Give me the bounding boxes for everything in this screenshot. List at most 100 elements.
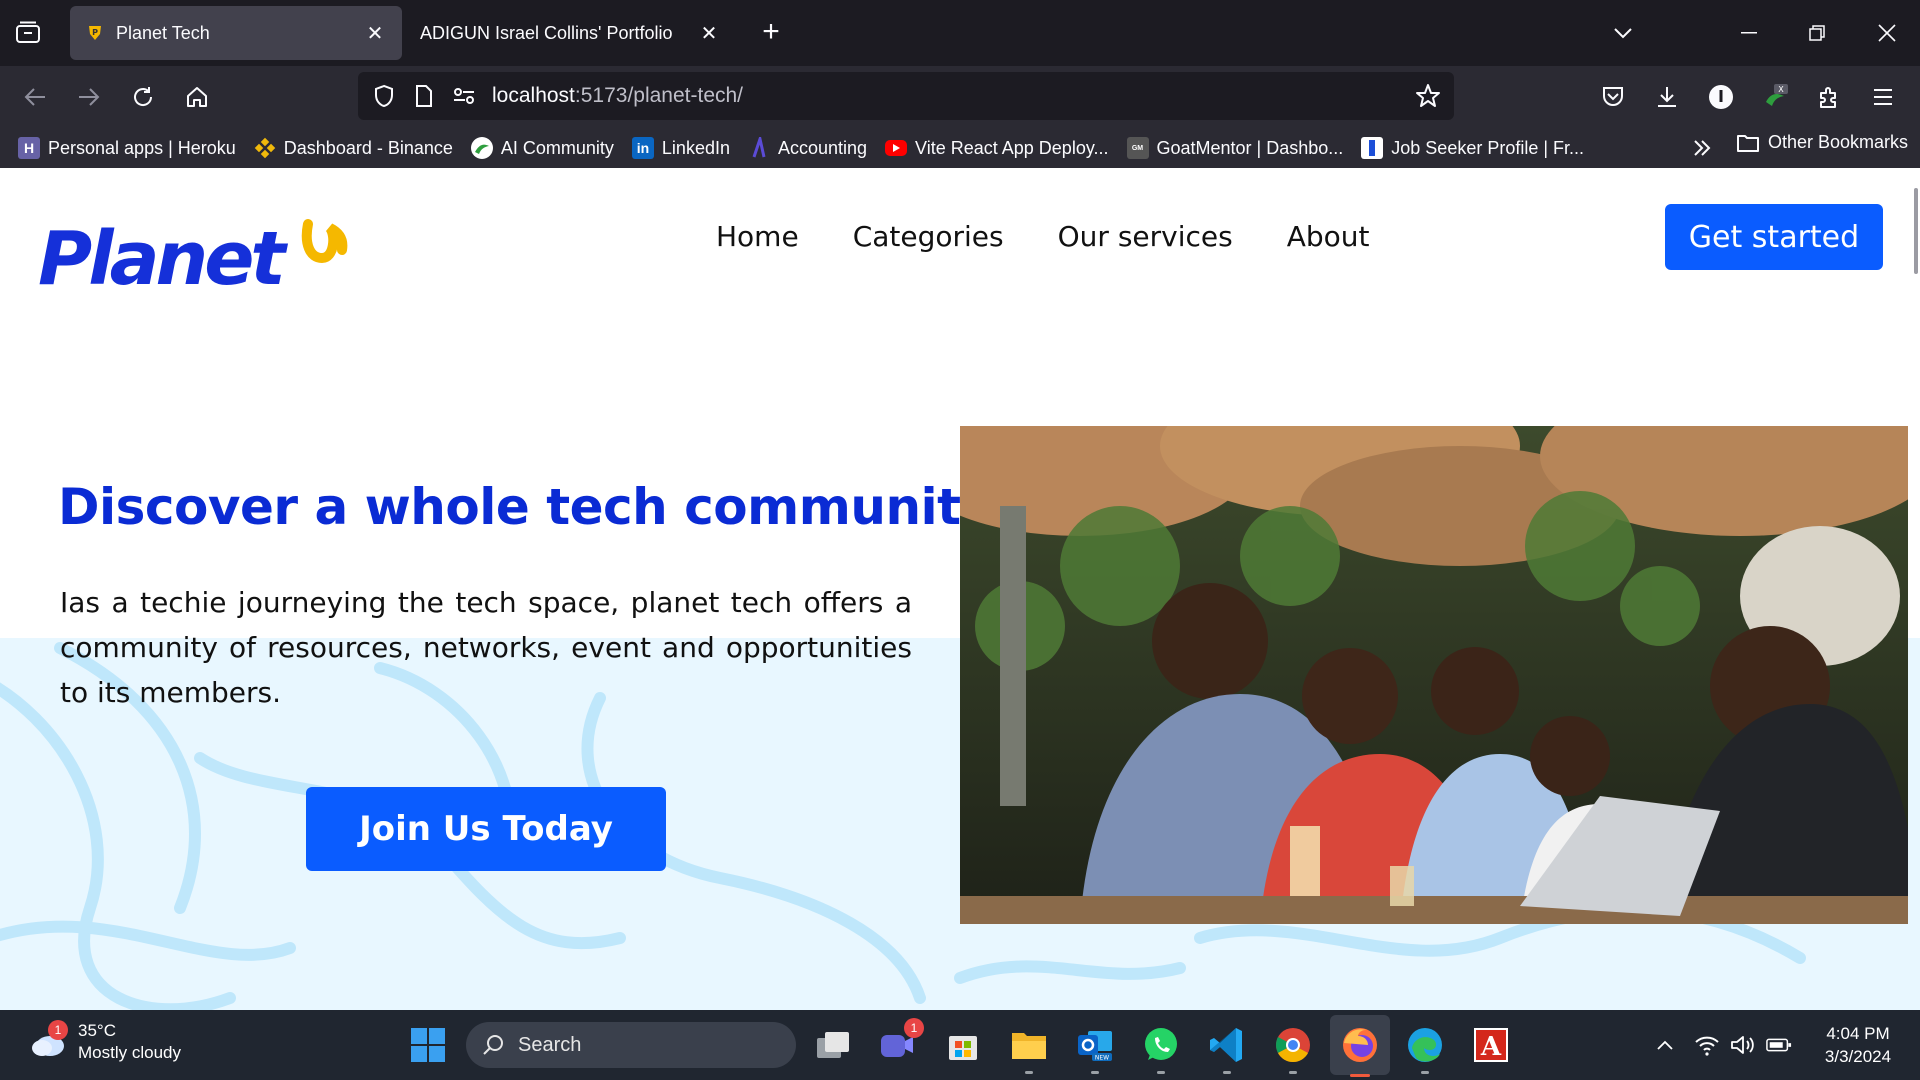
task-view-icon[interactable] bbox=[812, 1024, 854, 1066]
volume-icon[interactable] bbox=[1730, 1032, 1756, 1058]
linkedin-icon: in bbox=[631, 137, 654, 159]
weather-badge: 1 bbox=[48, 1020, 68, 1040]
bookmark-accounting[interactable]: Accounting bbox=[748, 137, 867, 159]
bookmark-vite-react[interactable]: Vite React App Deploy... bbox=[885, 137, 1109, 159]
job-seeker-icon bbox=[1361, 137, 1384, 159]
wifi-icon[interactable] bbox=[1694, 1032, 1720, 1058]
nav-categories-link[interactable]: Categories bbox=[853, 220, 1004, 253]
firefox-icon[interactable] bbox=[1330, 1015, 1390, 1077]
pocket-icon[interactable] bbox=[1596, 80, 1630, 114]
nav-about-link[interactable]: About bbox=[1287, 220, 1370, 253]
planet-tech-logo[interactable]: Planet bbox=[38, 204, 378, 309]
back-icon[interactable] bbox=[18, 80, 52, 114]
binance-icon bbox=[254, 137, 276, 159]
hero-title: Discover a whole tech community bbox=[58, 478, 993, 536]
tab-planet-tech[interactable]: P Planet Tech ✕ bbox=[70, 6, 402, 60]
weather-widget[interactable]: 1 35°C Mostly cloudy bbox=[28, 1020, 181, 1064]
planet-tech-favicon-icon: P bbox=[86, 24, 104, 42]
menu-icon[interactable] bbox=[1866, 80, 1900, 114]
extensions-puzzle-icon[interactable] bbox=[1812, 80, 1846, 114]
system-clock[interactable]: 4:04 PM 3/3/2024 bbox=[1808, 1022, 1908, 1068]
tab-title: ADIGUN Israel Collins' Portfolio bbox=[420, 22, 673, 43]
youtube-icon bbox=[885, 140, 908, 156]
password-manager-icon[interactable] bbox=[1704, 80, 1738, 114]
tab-portfolio[interactable]: ADIGUN Israel Collins' Portfolio ✕ bbox=[404, 6, 736, 60]
clock-date: 3/3/2024 bbox=[1824, 1047, 1892, 1066]
tracking-protection-shield-icon[interactable] bbox=[370, 82, 398, 110]
svg-text:P: P bbox=[92, 28, 98, 37]
bookmark-label: Job Seeker Profile | Fr... bbox=[1391, 137, 1585, 158]
show-hidden-icons-chevron-icon[interactable] bbox=[1652, 1032, 1678, 1058]
outlook-icon[interactable]: NEW bbox=[1074, 1024, 1116, 1074]
other-bookmarks-folder[interactable]: Other Bookmarks bbox=[1736, 132, 1908, 153]
battery-icon[interactable] bbox=[1766, 1032, 1792, 1058]
tab-bar: P Planet Tech ✕ ADIGUN Israel Collins' P… bbox=[0, 0, 1920, 66]
bookmark-label: AI Community bbox=[500, 137, 614, 158]
svg-text:X: X bbox=[1778, 85, 1784, 94]
forward-icon[interactable] bbox=[72, 80, 106, 114]
permissions-icon[interactable] bbox=[450, 82, 478, 110]
url-path: :5173/planet-tech/ bbox=[574, 84, 744, 107]
close-tab-icon[interactable]: ✕ bbox=[698, 22, 720, 45]
windows-taskbar: 1 35°C Mostly cloudy Search 1 NEW A 4:04… bbox=[0, 1010, 1920, 1080]
weather-temperature: 35°C bbox=[78, 1021, 116, 1040]
hero-description: Ias a techie journeying the tech space, … bbox=[60, 586, 912, 709]
logo-text: Planet bbox=[38, 216, 288, 302]
bookmark-heroku[interactable]: H Personal apps | Heroku bbox=[18, 137, 236, 159]
url-host: localhost bbox=[492, 84, 575, 107]
weather-condition: Mostly cloudy bbox=[78, 1043, 181, 1062]
edge-icon[interactable] bbox=[1404, 1024, 1446, 1074]
reload-icon[interactable] bbox=[126, 80, 160, 114]
bookmark-linkedin[interactable]: in LinkedIn bbox=[631, 137, 730, 159]
folder-icon bbox=[1737, 134, 1759, 152]
whatsapp-icon[interactable] bbox=[1140, 1024, 1182, 1074]
nav-our-services-link[interactable]: Our services bbox=[1058, 220, 1233, 253]
web-page: Planet Home Categories Our services Abou… bbox=[0, 168, 1920, 1010]
tab-overview-icon[interactable] bbox=[14, 20, 42, 46]
search-placeholder: Search bbox=[518, 1033, 582, 1056]
other-bookmarks-label: Other Bookmarks bbox=[1768, 132, 1909, 152]
bookmark-label: LinkedIn bbox=[661, 137, 730, 158]
join-us-today-button[interactable]: Join Us Today bbox=[306, 787, 666, 871]
vscode-icon[interactable] bbox=[1206, 1024, 1248, 1074]
accounting-icon bbox=[748, 137, 770, 159]
bookmark-label: Vite React App Deploy... bbox=[915, 137, 1109, 158]
close-tab-icon[interactable]: ✕ bbox=[364, 22, 386, 45]
get-started-button[interactable]: Get started bbox=[1665, 204, 1883, 270]
bookmark-label: Accounting bbox=[777, 137, 868, 158]
acrobat-icon[interactable]: A bbox=[1470, 1024, 1512, 1066]
close-window-button[interactable] bbox=[1872, 18, 1902, 48]
teams-badge: 1 bbox=[904, 1018, 924, 1038]
downloads-icon[interactable] bbox=[1650, 80, 1684, 114]
windows-start-icon[interactable] bbox=[410, 1027, 446, 1063]
bookmark-label: GoatMentor | Dashbo... bbox=[1156, 137, 1344, 158]
home-icon[interactable] bbox=[180, 80, 214, 114]
teams-icon[interactable]: 1 bbox=[876, 1018, 924, 1066]
taskbar-search[interactable]: Search bbox=[466, 1022, 796, 1068]
search-icon bbox=[483, 1035, 503, 1055]
file-explorer-icon[interactable] bbox=[1008, 1024, 1050, 1074]
new-tab-button[interactable]: + bbox=[756, 17, 786, 48]
address-bar[interactable]: localhost:5173/planet-tech/ bbox=[358, 72, 1454, 120]
bookmark-ai-community[interactable]: AI Community bbox=[470, 137, 614, 159]
hero-community-photo bbox=[960, 426, 1908, 924]
page-scrollbar[interactable] bbox=[1914, 188, 1918, 274]
restore-button[interactable] bbox=[1802, 18, 1832, 48]
more-bookmarks-chevron-icon[interactable] bbox=[1690, 136, 1714, 160]
microsoft-store-icon[interactable] bbox=[942, 1024, 984, 1066]
bookmarks-toolbar: H Personal apps | Heroku Dashboard - Bin… bbox=[0, 128, 1920, 168]
bookmark-goatmentor[interactable]: GM GoatMentor | Dashbo... bbox=[1126, 137, 1344, 159]
minimize-button[interactable] bbox=[1734, 18, 1764, 48]
bookmark-binance[interactable]: Dashboard - Binance bbox=[254, 137, 453, 159]
chrome-icon[interactable] bbox=[1272, 1024, 1314, 1074]
cloud-weather-icon: 1 bbox=[28, 1020, 68, 1060]
heroku-icon: H bbox=[18, 137, 40, 159]
bookmark-label: Dashboard - Binance bbox=[283, 137, 453, 158]
nav-home-link[interactable]: Home bbox=[716, 220, 799, 253]
bookmark-job-seeker[interactable]: Job Seeker Profile | Fr... bbox=[1361, 137, 1584, 159]
page-info-icon[interactable] bbox=[410, 82, 438, 110]
bookmark-star-icon[interactable] bbox=[1414, 82, 1442, 110]
extension-icon[interactable]: X bbox=[1758, 80, 1792, 114]
list-all-tabs-icon[interactable] bbox=[1608, 18, 1638, 48]
svg-text:NEW: NEW bbox=[1095, 1055, 1109, 1062]
